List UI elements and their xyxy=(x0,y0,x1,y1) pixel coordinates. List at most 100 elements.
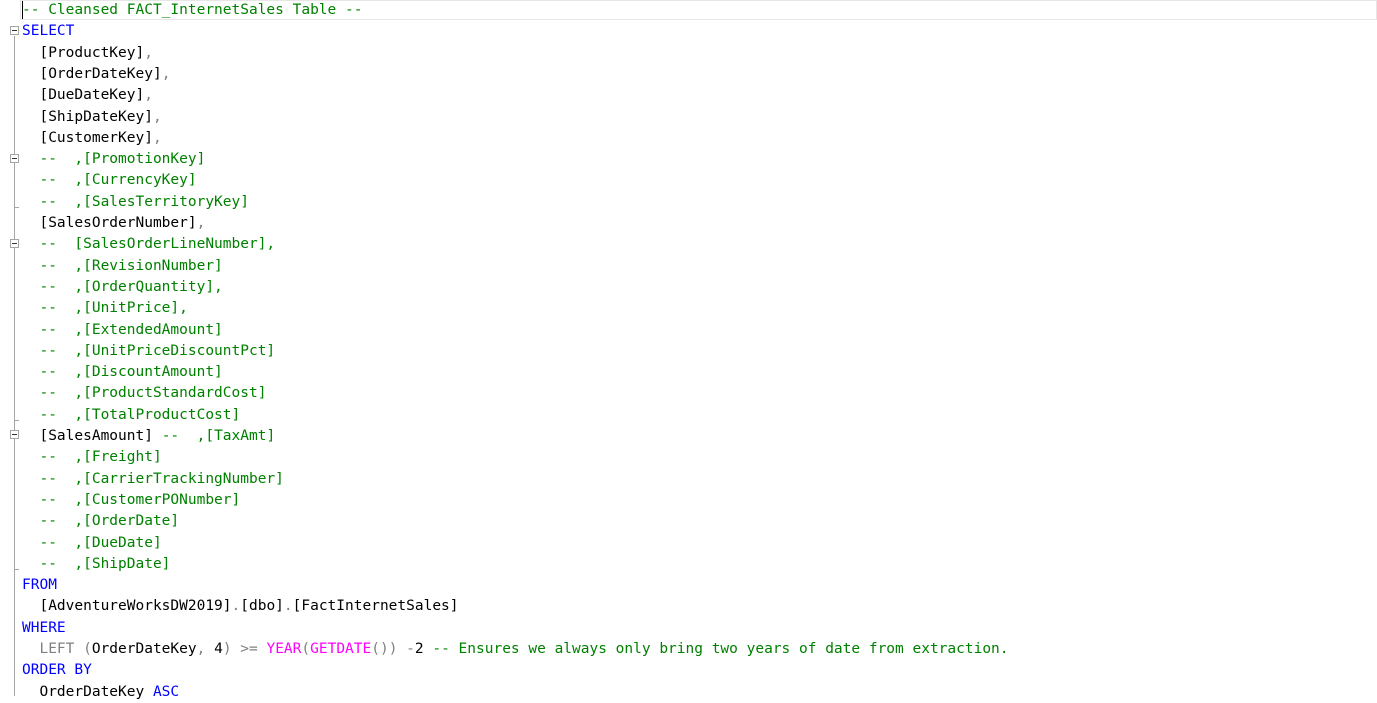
outline-rail xyxy=(14,36,15,696)
code-token: FROM xyxy=(22,577,57,594)
code-token: [SalesOrderNumber] xyxy=(22,215,197,231)
code-line[interactable]: LEFT (OrderDateKey, 4) >= YEAR(GETDATE()… xyxy=(22,639,1009,660)
code-line[interactable]: -- ,[OrderQuantity], xyxy=(22,277,223,298)
outlining-margin xyxy=(0,0,20,701)
code-token: -- [SalesOrderLineNumber], xyxy=(22,236,276,253)
code-token: . xyxy=(231,598,241,615)
code-token: 2 xyxy=(414,641,424,657)
code-line[interactable]: -- Cleansed FACT_InternetSales Table -- xyxy=(22,0,362,21)
code-line[interactable]: [AdventureWorksDW2019].[dbo].[FactIntern… xyxy=(22,596,459,617)
code-token: [dbo] xyxy=(240,598,284,615)
code-token: -- ,[ExtendedAmount] xyxy=(22,321,223,338)
code-token: -- ,[DiscountAmount] xyxy=(22,364,223,381)
collapse-select-icon[interactable] xyxy=(10,26,19,35)
code-token: -- ,[OrderQuantity], xyxy=(22,278,223,295)
code-token: -- ,[UnitPrice], xyxy=(22,300,188,317)
code-line[interactable]: -- ,[OrderDate] xyxy=(22,511,179,532)
code-line[interactable]: [OrderDateKey], xyxy=(22,64,170,85)
code-token: ) >= xyxy=(222,641,267,657)
code-line[interactable]: -- ,[CurrencyKey] xyxy=(22,170,197,191)
code-line[interactable]: -- ,[ShipDate] xyxy=(22,554,170,575)
code-token: , xyxy=(144,44,153,61)
code-line[interactable]: [SalesOrderNumber], xyxy=(22,213,205,234)
code-token: WHERE xyxy=(22,619,66,636)
code-token: , xyxy=(144,87,153,104)
code-token: OrderDateKey xyxy=(22,683,153,700)
code-line[interactable]: [CustomerKey], xyxy=(22,128,162,149)
code-token: -- ,[Freight] xyxy=(22,449,162,466)
code-token: ( xyxy=(301,641,311,657)
code-token: -- ,[CustomerPONumber] xyxy=(22,491,241,508)
code-token: ( xyxy=(83,641,92,657)
code-token: -- ,[CurrencyKey] xyxy=(22,172,197,189)
code-line[interactable]: [ProductKey], xyxy=(22,43,153,64)
code-token: [CustomerKey] xyxy=(22,129,153,146)
code-token: ASC xyxy=(152,683,180,700)
code-line[interactable]: -- ,[SalesTerritoryKey] xyxy=(22,192,249,213)
code-token: , xyxy=(161,65,171,82)
code-line[interactable]: -- ,[TotalProductCost] xyxy=(22,405,240,426)
code-token: -- ,[UnitPriceDiscountPct] xyxy=(22,342,276,359)
code-token: [DueDateKey] xyxy=(22,87,145,104)
code-line[interactable]: -- ,[RevisionNumber] xyxy=(22,256,223,277)
code-token: , xyxy=(196,641,215,657)
code-token: -- ,[SalesTerritoryKey] xyxy=(22,193,249,210)
code-line[interactable]: -- [SalesOrderLineNumber], xyxy=(22,234,275,255)
code-line[interactable]: -- ,[ProductStandardCost] xyxy=(22,383,266,404)
code-line[interactable]: WHERE xyxy=(22,618,66,639)
code-token: -- ,[PromotionKey] xyxy=(22,151,206,168)
code-line[interactable]: -- ,[DiscountAmount] xyxy=(22,362,223,383)
code-token: -- Cleansed FACT_InternetSales Table -- xyxy=(22,2,363,18)
code-token: -- Ensures we always only bring two year… xyxy=(423,641,1009,657)
code-token: -- ,[CarrierTrackingNumber] xyxy=(22,470,284,487)
code-line[interactable]: [DueDateKey], xyxy=(22,85,153,106)
code-token: [OrderDateKey] xyxy=(22,65,162,82)
code-token: -- ,[DueDate] xyxy=(22,534,162,551)
code-line[interactable]: [ShipDateKey], xyxy=(22,107,162,128)
code-line[interactable]: FROM xyxy=(22,575,57,596)
code-line[interactable]: -- ,[DueDate] xyxy=(22,533,162,554)
code-line[interactable]: [SalesAmount] -- ,[TaxAmt] xyxy=(22,426,275,447)
code-token: GETDATE xyxy=(310,641,372,657)
code-token: [ProductKey] xyxy=(22,44,145,61)
code-token: SELECT xyxy=(22,23,75,40)
code-line[interactable]: -- ,[CustomerPONumber] xyxy=(22,490,240,511)
outline-end-tick xyxy=(14,569,19,570)
code-line[interactable]: ORDER BY xyxy=(22,660,92,681)
collapse-comment-block-icon[interactable] xyxy=(10,430,19,439)
outline-end-tick xyxy=(14,420,19,421)
code-line[interactable]: -- ,[PromotionKey] xyxy=(22,149,205,170)
code-token: , xyxy=(152,129,162,146)
code-token: -- ,[RevisionNumber] xyxy=(22,257,223,274)
code-line[interactable]: SELECT xyxy=(22,21,74,42)
code-token: -- ,[ProductStandardCost] xyxy=(22,385,267,402)
code-token: [SalesAmount] xyxy=(22,428,162,444)
code-token: OrderDateKey xyxy=(91,641,197,657)
code-token: ()) - xyxy=(371,641,415,657)
text-caret xyxy=(22,1,23,19)
code-token: -- ,[ShipDate] xyxy=(22,555,171,572)
code-line[interactable]: -- ,[ExtendedAmount] xyxy=(22,320,223,341)
collapse-comment-block-icon[interactable] xyxy=(10,154,19,163)
code-line[interactable]: OrderDateKey ASC xyxy=(22,682,179,703)
code-token: -- ,[TotalProductCost] xyxy=(22,406,241,423)
code-token: LEFT xyxy=(22,641,84,657)
code-token: YEAR xyxy=(266,641,302,657)
collapse-comment-block-icon[interactable] xyxy=(10,239,19,248)
code-line[interactable]: -- ,[UnitPrice], xyxy=(22,298,188,319)
code-token: [AdventureWorksDW2019] xyxy=(22,598,232,615)
code-line[interactable]: -- ,[UnitPriceDiscountPct] xyxy=(22,341,275,362)
code-token: [ShipDateKey] xyxy=(22,108,153,125)
code-token: -- ,[OrderDate] xyxy=(22,513,180,530)
code-token: -- ,[TaxAmt] xyxy=(161,428,276,444)
code-token: 4 xyxy=(214,641,223,657)
code-line[interactable]: -- ,[Freight] xyxy=(22,447,162,468)
code-line[interactable]: -- ,[CarrierTrackingNumber] xyxy=(22,469,284,490)
outline-end-tick xyxy=(14,207,19,208)
code-token: [FactInternetSales] xyxy=(292,598,459,615)
code-token: , xyxy=(196,215,206,231)
code-token: . xyxy=(283,598,293,615)
code-token: , xyxy=(152,108,162,125)
sql-editor[interactable]: -- Cleansed FACT_InternetSales Table -- S… xyxy=(0,0,1377,701)
code-token: ORDER BY xyxy=(22,662,92,679)
